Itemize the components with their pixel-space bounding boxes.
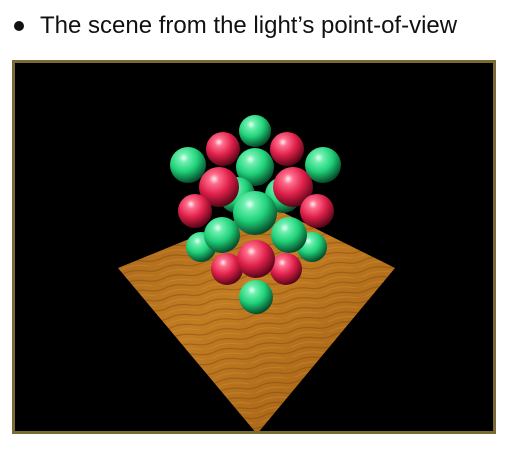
green-sphere xyxy=(239,280,273,314)
green-sphere xyxy=(170,147,206,183)
green-sphere xyxy=(233,191,277,235)
red-sphere xyxy=(237,240,275,278)
green-sphere xyxy=(271,217,307,253)
bullet-dot-icon xyxy=(14,21,24,31)
red-sphere xyxy=(270,132,304,166)
wood-floor xyxy=(118,206,395,431)
bullet-point: The scene from the light’s point-of-view xyxy=(10,6,457,46)
green-sphere xyxy=(239,115,271,147)
red-sphere xyxy=(206,132,240,166)
green-sphere xyxy=(204,217,240,253)
red-sphere xyxy=(178,194,212,228)
render-viewport xyxy=(12,60,496,434)
red-sphere xyxy=(300,194,334,228)
bullet-text: The scene from the light’s point-of-view xyxy=(40,12,458,39)
light-view-render xyxy=(118,115,395,431)
